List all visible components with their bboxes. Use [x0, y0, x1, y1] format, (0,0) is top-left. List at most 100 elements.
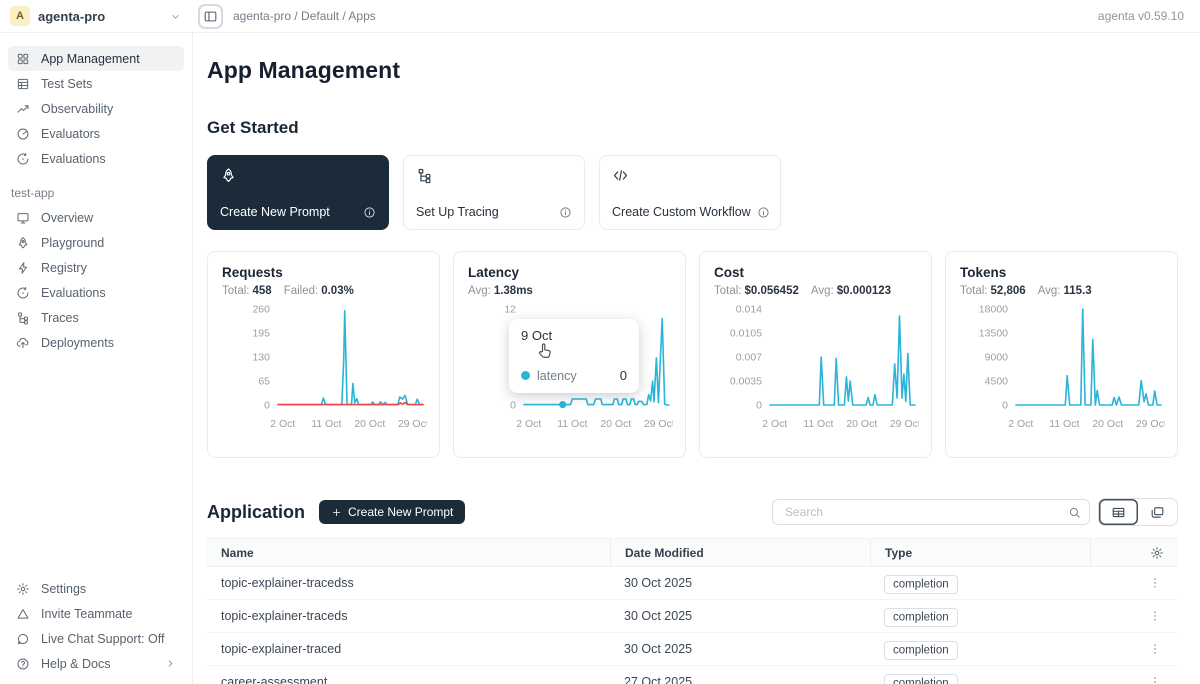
rocket-icon	[220, 167, 237, 184]
sidebar-item-evaluations[interactable]: Evaluations	[8, 280, 184, 305]
app-date-modified: 30 Oct 2025	[610, 642, 870, 656]
chat-icon	[16, 632, 30, 646]
chart-plot-cost[interactable]: 00.00350.0070.01050.0142 Oct11 Oct20 Oct…	[714, 301, 919, 433]
row-menu-button[interactable]	[1146, 574, 1164, 592]
create-button-label: Create New Prompt	[348, 505, 453, 519]
svg-text:260: 260	[252, 304, 270, 316]
app-type: completion	[870, 675, 1090, 684]
sidebar-toggle-button[interactable]	[198, 4, 223, 29]
sidebar-item-label: Settings	[41, 582, 86, 596]
chevron-right-icon	[165, 658, 176, 669]
sidebar-item-label: Deployments	[41, 336, 114, 350]
gear-icon	[16, 582, 30, 596]
svg-text:11 Oct: 11 Oct	[311, 418, 341, 430]
row-menu-button[interactable]	[1146, 640, 1164, 658]
app-date-modified: 30 Oct 2025	[610, 576, 870, 590]
app-date-modified: 27 Oct 2025	[610, 675, 870, 684]
chart-title: Latency	[468, 265, 671, 280]
app-version: agenta v0.59.10	[1098, 9, 1200, 23]
series-dot	[521, 371, 530, 380]
sidebar-item-app-management[interactable]: App Management	[8, 46, 184, 71]
chart-plot-tokens[interactable]: 04500900013500180002 Oct11 Oct20 Oct29 O…	[960, 301, 1165, 433]
sidebar-item-test-sets[interactable]: Test Sets	[8, 71, 184, 96]
plus-icon	[331, 507, 342, 518]
chart-stats: Total:$0.056452Avg:$0.000123	[714, 285, 917, 297]
chart-stat: Avg:1.38ms	[468, 285, 533, 297]
sidebar-item-traces[interactable]: Traces	[8, 305, 184, 330]
svg-text:12: 12	[504, 304, 516, 316]
search-box[interactable]	[772, 499, 1090, 525]
sidebar-item-playground[interactable]: Playground	[8, 230, 184, 255]
svg-text:9000: 9000	[985, 352, 1009, 364]
chart-stats: Total:458Failed:0.03%	[222, 285, 425, 297]
table-row[interactable]: topic-explainer-traced 30 Oct 2025 compl…	[207, 633, 1178, 666]
metric-card-latency: Latency Avg:1.38ms 0369122 Oct11 Oct20 O…	[453, 251, 686, 458]
table-row[interactable]: topic-explainer-tracedss 30 Oct 2025 com…	[207, 567, 1178, 600]
sidebar-item-settings[interactable]: Settings	[8, 576, 184, 601]
row-menu-button[interactable]	[1146, 673, 1164, 684]
create-new-prompt-button[interactable]: Create New Prompt	[319, 500, 465, 524]
sidebar-item-observability[interactable]: Observability	[8, 96, 184, 121]
app-name[interactable]: topic-explainer-tracedss	[207, 576, 610, 590]
app-name[interactable]: topic-explainer-traceds	[207, 609, 610, 623]
deployments-icon	[16, 336, 30, 350]
table-settings-icon[interactable]	[1150, 546, 1164, 560]
tooltip-series-label: latency	[537, 369, 577, 383]
application-heading: Application	[207, 502, 305, 523]
svg-text:11 Oct: 11 Oct	[803, 418, 833, 430]
svg-text:195: 195	[252, 328, 270, 340]
chart-stat: Avg:115.3	[1038, 285, 1092, 297]
sidebar-item-help-docs[interactable]: Help & Docs	[8, 651, 184, 676]
search-icon	[1068, 506, 1081, 519]
chart-stats: Total:52,806Avg:115.3	[960, 285, 1163, 297]
workspace-selector[interactable]: A agenta-pro	[0, 6, 193, 26]
sidebar-item-label: Registry	[41, 261, 87, 275]
get-started-card-create-custom-workflow[interactable]: Create Custom Workflow	[599, 155, 781, 230]
invite-icon	[16, 607, 30, 621]
sidebar-item-evaluations[interactable]: Evaluations	[8, 146, 184, 171]
svg-text:0.0035: 0.0035	[730, 376, 762, 388]
sidebar-item-label: Overview	[41, 211, 93, 225]
sidebar-item-registry[interactable]: Registry	[8, 255, 184, 280]
info-icon	[757, 206, 770, 219]
app-name[interactable]: career-assessment	[207, 675, 610, 684]
observability-icon	[16, 102, 30, 116]
sidebar-item-deployments[interactable]: Deployments	[8, 330, 184, 355]
sidebar-item-label: Playground	[41, 236, 104, 250]
svg-text:0.014: 0.014	[736, 304, 762, 316]
workspace-avatar: A	[10, 6, 30, 26]
sidebar-item-overview[interactable]: Overview	[8, 205, 184, 230]
sidebar-item-evaluators[interactable]: Evaluators	[8, 121, 184, 146]
table-view-button[interactable]	[1099, 499, 1138, 525]
svg-text:2 Oct: 2 Oct	[270, 418, 295, 430]
get-started-card-create-new-prompt[interactable]: Create New Prompt	[207, 155, 389, 230]
svg-text:20 Oct: 20 Oct	[354, 418, 385, 430]
column-header-name[interactable]: Name	[207, 539, 610, 566]
chart-tooltip: 9 Oct latency 0	[509, 319, 639, 393]
search-input[interactable]	[783, 504, 1068, 520]
table-row[interactable]: career-assessment 27 Oct 2025 completion	[207, 666, 1178, 684]
rocket-icon	[16, 236, 30, 250]
main-content: App Management Get Started Create New Pr…	[193, 33, 1200, 684]
chart-stat: Avg:$0.000123	[811, 285, 891, 297]
svg-text:4500: 4500	[985, 376, 1009, 388]
chart-plot-requests[interactable]: 0651301952602 Oct11 Oct20 Oct29 Oct	[222, 301, 427, 433]
svg-text:29 Oct: 29 Oct	[890, 418, 919, 430]
get-started-card-set-up-tracing[interactable]: Set Up Tracing	[403, 155, 585, 230]
column-header-type[interactable]: Type	[870, 539, 1090, 566]
app-type: completion	[870, 609, 1090, 623]
column-header-date-modified[interactable]: Date Modified	[610, 539, 870, 566]
table-row[interactable]: topic-explainer-traceds 30 Oct 2025 comp…	[207, 600, 1178, 633]
chart-title: Tokens	[960, 265, 1163, 280]
get-started-card-label: Set Up Tracing	[416, 205, 499, 219]
type-badge: completion	[884, 608, 958, 627]
app-name[interactable]: topic-explainer-traced	[207, 642, 610, 656]
evaluations-icon	[16, 152, 30, 166]
row-menu-button[interactable]	[1146, 607, 1164, 625]
kebab-icon	[1148, 576, 1162, 590]
svg-text:29 Oct: 29 Oct	[1136, 418, 1165, 430]
grid-icon	[16, 52, 30, 66]
sidebar-item-live-chat-support-off[interactable]: Live Chat Support: Off	[8, 626, 184, 651]
sidebar-item-invite-teammate[interactable]: Invite Teammate	[8, 601, 184, 626]
card-view-button[interactable]	[1138, 499, 1177, 525]
